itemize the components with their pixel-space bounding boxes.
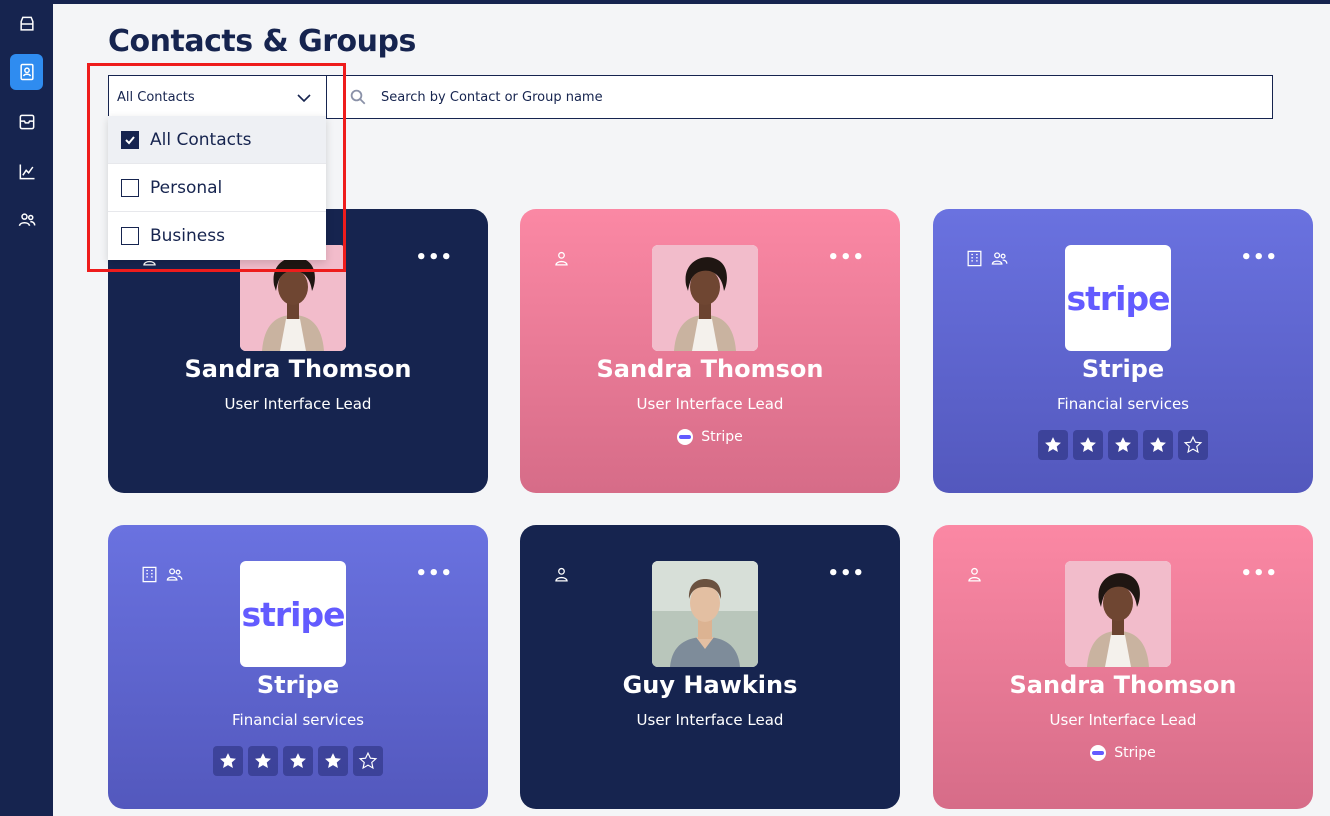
card-name: Guy Hawkins <box>622 671 798 699</box>
business-card[interactable]: ••• stripe Stripe Financial services <box>933 209 1313 493</box>
avatar <box>652 561 758 667</box>
sidebar-item-inbox[interactable] <box>10 6 43 42</box>
card-type-icons <box>552 565 571 584</box>
check-icon <box>125 135 135 144</box>
checkbox[interactable] <box>121 178 139 197</box>
contact-card[interactable]: ••• Sandra Thomson User Interface Lead S… <box>520 209 900 493</box>
card-role: User Interface Lead <box>636 711 784 729</box>
page-title: Contacts & Groups <box>108 24 416 59</box>
avatar <box>240 245 346 351</box>
contact-book-icon <box>19 63 34 81</box>
person-icon <box>968 567 981 582</box>
search-bar <box>326 75 1273 119</box>
search-icon <box>350 89 366 105</box>
star-empty-icon[interactable] <box>353 746 383 776</box>
contact-card[interactable]: ••• Sandra Thomson User Interface Lead S… <box>933 525 1313 809</box>
card-role: Financial services <box>232 711 364 729</box>
card-role: User Interface Lead <box>1049 711 1197 729</box>
avatar <box>1065 561 1171 667</box>
card-type-icons <box>140 565 184 584</box>
person-icon <box>555 567 568 582</box>
stripe-logo-icon <box>1090 745 1107 761</box>
users-icon <box>166 568 183 581</box>
card-name: Sandra Thomson <box>184 355 412 383</box>
stripe-logo-icon <box>677 429 694 445</box>
card-role: User Interface Lead <box>224 395 372 413</box>
option-label: Business <box>150 226 225 246</box>
users-icon <box>18 213 35 227</box>
person-icon <box>555 251 568 266</box>
business-card[interactable]: ••• stripe Stripe Financial services <box>108 525 488 809</box>
star-filled-icon[interactable] <box>318 746 348 776</box>
users-icon <box>991 252 1008 265</box>
card-name: Stripe <box>256 671 340 699</box>
contact-card[interactable]: ••• Guy Hawkins User Interface Lead <box>520 525 900 809</box>
card-type-icons <box>965 249 1009 268</box>
star-filled-icon[interactable] <box>248 746 278 776</box>
more-options-icon[interactable]: ••• <box>415 247 453 268</box>
card-role: User Interface Lead <box>636 395 784 413</box>
dropdown-option-all-contacts[interactable]: All Contacts <box>108 116 326 164</box>
checkbox-checked[interactable] <box>121 130 139 149</box>
stripe-logo-text: stripe <box>1065 245 1171 351</box>
inbox-icon <box>19 16 34 31</box>
contact-type-dropdown: All Contacts Personal Business <box>108 116 326 260</box>
dropdown-option-personal[interactable]: Personal <box>108 164 326 212</box>
star-filled-icon[interactable] <box>283 746 313 776</box>
more-options-icon[interactable]: ••• <box>415 563 453 584</box>
card-name: Sandra Thomson <box>596 355 824 383</box>
archive-icon <box>19 114 34 130</box>
company-name: Stripe <box>701 429 743 445</box>
chevron-down-icon <box>297 94 311 103</box>
rating <box>933 430 1313 460</box>
rating <box>108 746 488 776</box>
contact-type-select[interactable]: All Contacts <box>108 75 327 119</box>
card-company: Stripe <box>520 429 900 445</box>
more-options-icon[interactable]: ••• <box>827 563 865 584</box>
company-logo: stripe <box>240 561 346 667</box>
card-role: Financial services <box>1057 395 1189 413</box>
company-name: Stripe <box>1114 745 1156 761</box>
dropdown-option-business[interactable]: Business <box>108 212 326 260</box>
sidebar-item-analytics[interactable] <box>10 154 43 190</box>
card-company: Stripe <box>933 745 1313 761</box>
stripe-logo-text: stripe <box>240 561 346 667</box>
card-name: Stripe <box>1081 355 1165 383</box>
card-type-icons <box>552 249 571 268</box>
card-type-icons <box>965 565 984 584</box>
top-bar <box>0 0 1330 4</box>
star-filled-icon[interactable] <box>1143 430 1173 460</box>
man-portrait-icon <box>652 561 758 667</box>
star-filled-icon[interactable] <box>1038 430 1068 460</box>
more-options-icon[interactable]: ••• <box>1240 247 1278 268</box>
star-filled-icon[interactable] <box>213 746 243 776</box>
chart-icon <box>19 164 34 180</box>
star-filled-icon[interactable] <box>1073 430 1103 460</box>
sidebar <box>0 0 53 816</box>
option-label: Personal <box>150 177 223 198</box>
search-input[interactable] <box>381 89 1181 105</box>
option-label: All Contacts <box>150 129 252 150</box>
building-icon <box>142 566 157 583</box>
building-icon <box>967 250 982 267</box>
sidebar-item-contacts[interactable] <box>10 54 43 90</box>
company-logo: stripe <box>1065 245 1171 351</box>
avatar <box>652 245 758 351</box>
sidebar-item-users[interactable] <box>10 202 43 238</box>
more-options-icon[interactable]: ••• <box>827 247 865 268</box>
sidebar-item-archive[interactable] <box>10 104 43 140</box>
checkbox[interactable] <box>121 227 139 245</box>
woman-portrait-icon <box>652 245 758 351</box>
more-options-icon[interactable]: ••• <box>1240 563 1278 584</box>
card-name: Sandra Thomson <box>1009 671 1237 699</box>
star-empty-icon[interactable] <box>1178 430 1208 460</box>
star-filled-icon[interactable] <box>1108 430 1138 460</box>
woman-portrait-icon <box>1065 561 1171 667</box>
woman-portrait-icon <box>240 245 346 351</box>
select-value: All Contacts <box>117 89 195 105</box>
